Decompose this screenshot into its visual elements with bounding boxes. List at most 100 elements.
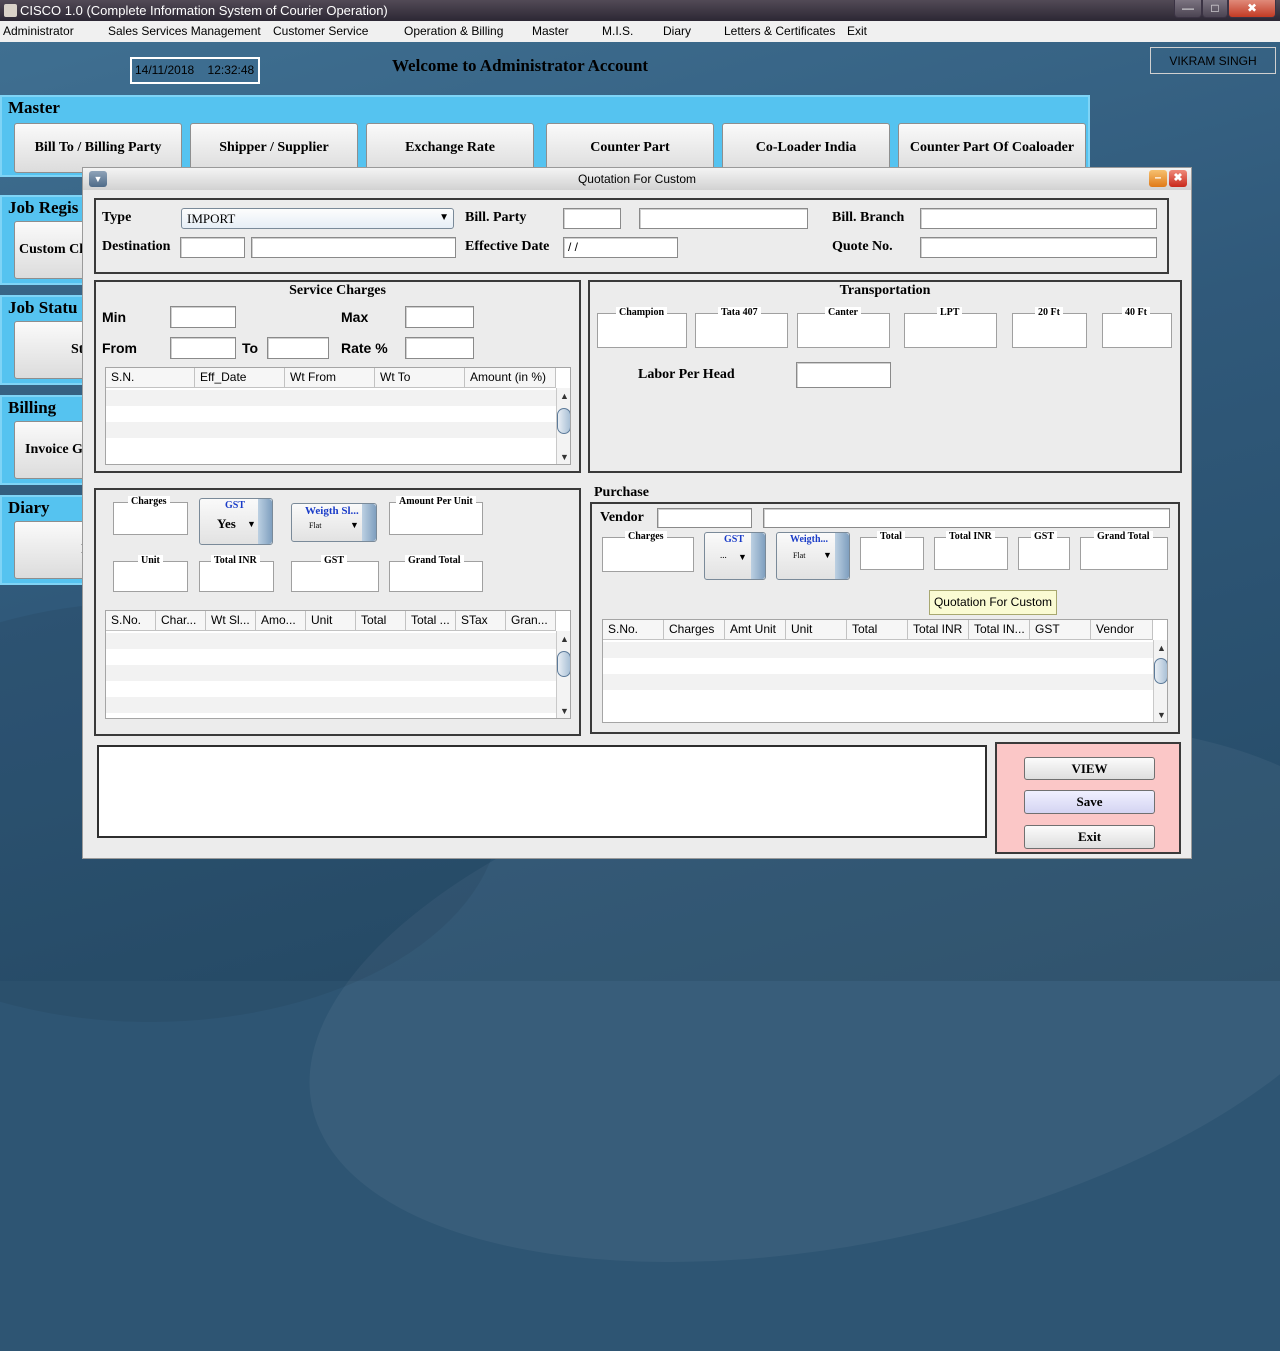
menu-letters-certificates[interactable]: Letters & Certificates bbox=[724, 24, 835, 38]
purchase-weight-select[interactable]: Weigth... Flat ▼ bbox=[776, 532, 850, 580]
canter-field[interactable]: Canter bbox=[797, 307, 890, 348]
restore-button[interactable]: □ bbox=[1202, 0, 1228, 18]
column-header[interactable]: Total INR bbox=[908, 620, 969, 640]
purchase-grand-total-field[interactable]: Grand Total bbox=[1080, 531, 1168, 570]
column-header[interactable]: Unit bbox=[306, 611, 356, 631]
vertical-scrollbar[interactable]: ▲ ▼ bbox=[1153, 640, 1167, 722]
column-header[interactable]: Total bbox=[356, 611, 406, 631]
save-button[interactable]: Save bbox=[1024, 790, 1155, 814]
gst-amount-field[interactable]: GST bbox=[291, 555, 379, 592]
purchase-gst-select[interactable]: GST ... ▼ bbox=[704, 532, 766, 580]
co-loader-india-button[interactable]: Co-Loader India bbox=[722, 123, 890, 173]
table-row[interactable] bbox=[603, 642, 1153, 658]
type-select[interactable]: IMPORT ▼ bbox=[181, 208, 454, 229]
counter-part-of-coaloader-button[interactable]: Counter Part Of Coaloader bbox=[898, 123, 1086, 173]
column-header[interactable]: Amt Unit bbox=[725, 620, 786, 640]
column-header[interactable]: Wt From bbox=[285, 368, 375, 388]
column-header[interactable]: GST bbox=[1030, 620, 1091, 640]
table-row[interactable] bbox=[106, 390, 556, 406]
column-header[interactable]: Wt To bbox=[375, 368, 465, 388]
unit-field[interactable]: Unit bbox=[113, 555, 188, 592]
column-header[interactable]: Total ... bbox=[406, 611, 456, 631]
lpt-field[interactable]: LPT bbox=[904, 307, 997, 348]
vendor-name-input[interactable] bbox=[763, 508, 1170, 528]
menu-administrator[interactable]: Administrator bbox=[3, 24, 74, 38]
table-row[interactable] bbox=[106, 406, 556, 422]
labor-per-head-input[interactable] bbox=[796, 362, 891, 388]
menu-operation-billing[interactable]: Operation & Billing bbox=[404, 24, 503, 38]
bill-party-name-input[interactable] bbox=[639, 208, 808, 229]
charges-field[interactable]: Charges bbox=[113, 496, 188, 535]
column-header[interactable]: Wt Sl... bbox=[206, 611, 256, 631]
vertical-scrollbar[interactable]: ▲ ▼ bbox=[556, 388, 570, 464]
column-header[interactable]: Charges bbox=[664, 620, 725, 640]
column-header[interactable]: S.No. bbox=[603, 620, 664, 640]
destination-code-input[interactable] bbox=[180, 237, 245, 258]
table-row[interactable] bbox=[106, 438, 556, 454]
table-row[interactable] bbox=[106, 633, 556, 649]
total-inr-field[interactable]: Total INR bbox=[199, 555, 274, 592]
menu-master[interactable]: Master bbox=[532, 24, 569, 38]
column-header[interactable]: Vendor bbox=[1091, 620, 1153, 640]
dialog-minimize-button[interactable]: – bbox=[1149, 170, 1167, 187]
vendor-code-input[interactable] bbox=[657, 508, 752, 528]
table-row[interactable] bbox=[603, 690, 1153, 706]
grand-total-field[interactable]: Grand Total bbox=[389, 555, 483, 592]
menu-sales-services[interactable]: Sales Services Management bbox=[108, 24, 261, 38]
table-row[interactable] bbox=[106, 649, 556, 665]
column-header[interactable]: STax bbox=[456, 611, 506, 631]
to-input[interactable] bbox=[267, 337, 329, 359]
table-row[interactable] bbox=[603, 674, 1153, 690]
bill-branch-input[interactable] bbox=[920, 208, 1157, 229]
min-input[interactable] bbox=[170, 306, 236, 328]
purchase-charges-field[interactable]: Charges bbox=[602, 531, 694, 572]
counter-part-button[interactable]: Counter Part bbox=[546, 123, 714, 173]
rate-input[interactable] bbox=[405, 337, 474, 359]
column-header[interactable]: Unit bbox=[786, 620, 847, 640]
gst-select[interactable]: GST Yes ▼ bbox=[199, 498, 273, 545]
menu-exit[interactable]: Exit bbox=[847, 24, 867, 38]
menu-mis[interactable]: M.I.S. bbox=[602, 24, 633, 38]
quote-no-input[interactable] bbox=[920, 237, 1157, 258]
table-row[interactable] bbox=[106, 422, 556, 438]
column-header[interactable]: S.N. bbox=[106, 368, 195, 388]
bill-to-billing-party-button[interactable]: Bill To / Billing Party bbox=[14, 123, 182, 173]
table-row[interactable] bbox=[106, 665, 556, 681]
40ft-field[interactable]: 40 Ft bbox=[1102, 307, 1172, 348]
menu-customer-service[interactable]: Customer Service bbox=[273, 24, 368, 38]
column-header[interactable]: Amo... bbox=[256, 611, 306, 631]
champion-field[interactable]: Champion bbox=[597, 307, 687, 348]
tata-407-field[interactable]: Tata 407 bbox=[695, 307, 788, 348]
column-header[interactable]: Eff_Date bbox=[195, 368, 285, 388]
table-row[interactable] bbox=[106, 681, 556, 697]
table-row[interactable] bbox=[603, 658, 1153, 674]
dialog-menu-icon[interactable]: ▼ bbox=[89, 171, 107, 187]
exchange-rate-button[interactable]: Exchange Rate bbox=[366, 123, 534, 173]
max-input[interactable] bbox=[405, 306, 474, 328]
column-header[interactable]: Char... bbox=[156, 611, 206, 631]
amount-per-unit-field[interactable]: Amount Per Unit bbox=[389, 496, 483, 535]
dialog-close-button[interactable]: ✖ bbox=[1169, 170, 1187, 187]
column-header[interactable]: Total bbox=[847, 620, 908, 640]
close-button[interactable]: ✖ bbox=[1228, 0, 1276, 18]
20ft-field[interactable]: 20 Ft bbox=[1012, 307, 1087, 348]
vertical-scrollbar[interactable]: ▲ ▼ bbox=[556, 631, 570, 718]
effective-date-input[interactable]: / / bbox=[563, 237, 678, 258]
column-header[interactable]: Total IN... bbox=[969, 620, 1030, 640]
shipper-supplier-button[interactable]: Shipper / Supplier bbox=[190, 123, 358, 173]
view-button[interactable]: VIEW bbox=[1024, 757, 1155, 780]
destination-name-input[interactable] bbox=[251, 237, 456, 258]
purchase-gst-field[interactable]: GST bbox=[1018, 531, 1070, 570]
menu-diary[interactable]: Diary bbox=[663, 24, 691, 38]
remarks-textarea[interactable] bbox=[97, 745, 987, 838]
column-header[interactable]: Gran... bbox=[506, 611, 556, 631]
purchase-total-field[interactable]: Total bbox=[860, 531, 924, 570]
column-header[interactable]: S.No. bbox=[106, 611, 156, 631]
bill-party-code-input[interactable] bbox=[563, 208, 621, 229]
column-header[interactable]: Amount (in %) bbox=[465, 368, 556, 388]
exit-button[interactable]: Exit bbox=[1024, 825, 1155, 849]
purchase-total-inr-field[interactable]: Total INR bbox=[934, 531, 1008, 570]
minimize-button[interactable]: — bbox=[1174, 0, 1202, 18]
table-row[interactable] bbox=[106, 697, 556, 713]
from-input[interactable] bbox=[170, 337, 236, 359]
